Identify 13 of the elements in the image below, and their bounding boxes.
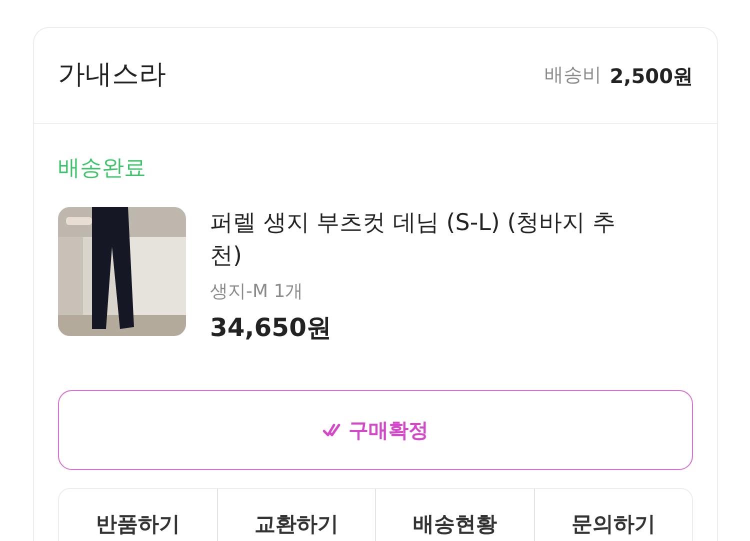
product-title: 퍼렐 생지 부츠컷 데님 (S-L) (청바지 추천): [210, 209, 616, 272]
action-button[interactable]: 교환하기: [216, 489, 375, 541]
product-option: 생지-M 1개: [210, 278, 625, 305]
shipping-fee: 2,500원: [610, 62, 693, 90]
product-price: 34,650원: [210, 312, 332, 344]
action-button[interactable]: 반품하기: [59, 489, 216, 541]
action-button[interactable]: 배송현황: [375, 489, 534, 541]
delivery-status: 배송완료: [58, 155, 147, 183]
check-icon: [322, 423, 340, 438]
action-button[interactable]: 문의하기: [534, 489, 692, 541]
shipping-label: 배송비: [544, 63, 602, 88]
confirm-purchase-button[interactable]: 구매확정: [58, 390, 693, 470]
shop-name: 가내스라: [58, 58, 166, 92]
